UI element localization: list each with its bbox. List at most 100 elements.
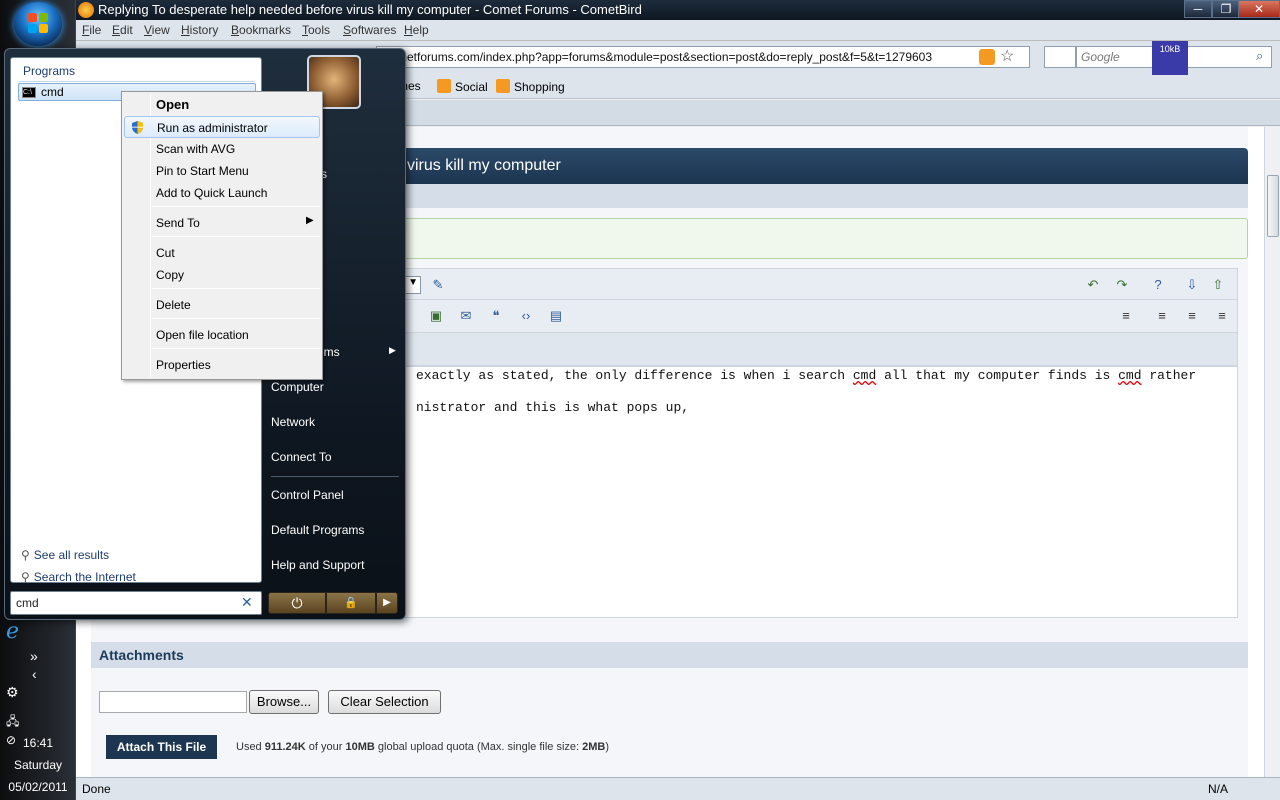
browse-button[interactable]: Browse... (249, 690, 319, 714)
start-search-input[interactable]: cmd (10, 591, 262, 615)
bookmark-star-icon[interactable]: ☆ (1000, 46, 1014, 66)
insert-quote-icon[interactable]: ❝ (488, 308, 504, 324)
start-item-computer[interactable]: Computer (271, 380, 324, 394)
start-item-help-support[interactable]: Help and Support (271, 558, 364, 572)
ctx-copy[interactable]: Copy (124, 264, 320, 286)
ctx-send-to[interactable]: Send To ▶ (124, 212, 320, 234)
export-icon[interactable]: ⇧ (1210, 277, 1226, 293)
see-all-results-link[interactable]: ⚲ See all results (21, 548, 109, 562)
search-internet-link[interactable]: ⚲ Search the Internet (21, 570, 136, 584)
maximize-button[interactable]: ❐ (1212, 0, 1240, 18)
editor-line-2: nistrator and this is what pops up, (416, 400, 690, 415)
redo-icon[interactable]: ↷ (1114, 277, 1130, 293)
url-input[interactable]: .cometforums.com/index.php?app=forums&mo… (376, 46, 1030, 68)
spellcheck-icon[interactable]: ✎ (430, 277, 446, 293)
cometbird-icon (78, 2, 94, 18)
insert-code-icon[interactable]: ‹› (518, 308, 534, 324)
ctx-pin-to-start-menu[interactable]: Pin to Start Menu (124, 160, 320, 182)
ctx-open[interactable]: Open (124, 94, 320, 116)
ctx-run-as-administrator[interactable]: Run as administrator (124, 116, 320, 138)
ctx-add-to-quick-launch[interactable]: Add to Quick Launch (124, 182, 320, 204)
menu-file[interactable]: File (82, 23, 101, 37)
rss-icon (437, 79, 451, 93)
start-item-default-programs[interactable]: Default Programs (271, 523, 364, 537)
start-item-network[interactable]: Network (271, 415, 315, 429)
power-button[interactable]: ⏻ (268, 592, 326, 614)
clock-time: 16:41 (22, 736, 54, 750)
lock-button[interactable]: 🔒 (326, 592, 376, 614)
insert-media-icon[interactable]: ▤ (548, 308, 564, 324)
rss-feed-icon[interactable] (979, 49, 995, 65)
close-button[interactable]: ✕ (1238, 0, 1280, 18)
clock-day: Saturday (13, 758, 63, 772)
collapse-arrow-icon[interactable]: ‹ (32, 666, 58, 688)
quota-max: 2MB (582, 741, 606, 753)
ctx-label: Run as administrator (157, 121, 268, 135)
quota-text: of your (305, 741, 346, 753)
undo-icon[interactable]: ↶ (1085, 277, 1101, 293)
tray-app-icon[interactable]: ⚙ (6, 684, 32, 706)
attach-file-button[interactable]: Attach This File (106, 735, 217, 759)
quota-total: 10MB (345, 741, 375, 753)
search-icon[interactable]: ⌕ (1256, 48, 1263, 64)
menu-edit[interactable]: Edit (112, 23, 133, 37)
file-path-input[interactable] (99, 691, 247, 713)
programs-label: Programs (23, 64, 76, 78)
menu-softwares[interactable]: Softwares (343, 23, 396, 37)
divider (152, 206, 320, 207)
search-internet-label: Search the Internet (33, 570, 136, 584)
insert-image-icon[interactable]: ▣ (428, 308, 444, 324)
clear-search-icon[interactable]: ✕ (241, 594, 253, 611)
align-right-icon[interactable]: ≡ (1214, 308, 1230, 324)
menu-bar: File Edit View History Bookmarks Tools S… (76, 20, 1280, 41)
menu-history[interactable]: History (181, 23, 218, 37)
quota-text: Used (236, 741, 265, 753)
uac-shield-icon (130, 120, 145, 135)
help-icon[interactable]: ? (1150, 277, 1166, 293)
ctx-properties[interactable]: Properties (124, 354, 320, 376)
align-center-icon[interactable]: ≡ (1184, 308, 1200, 324)
ctx-delete[interactable]: Delete (124, 294, 320, 316)
bookmark-shopping[interactable]: Shopping (496, 79, 565, 94)
search-icon: ⚲ (21, 548, 30, 562)
ctx-scan-with-avg[interactable]: Scan with AVG (124, 138, 320, 160)
program-result-label: cmd (41, 85, 64, 99)
insert-email-icon[interactable]: ✉ (458, 308, 474, 324)
divider (152, 318, 320, 319)
tray-clock[interactable]: 16:41 Saturday 05/02/2011 (0, 732, 76, 798)
tray-network-volume-icons[interactable]: 🖧 ⊘ (6, 712, 32, 747)
indent-icon[interactable]: ≡ (1118, 308, 1134, 324)
vertical-scrollbar[interactable] (1264, 127, 1280, 777)
start-button[interactable] (14, 2, 62, 46)
minimize-button[interactable]: ─ (1184, 0, 1212, 18)
chevron-right-icon: ▶ (383, 597, 391, 608)
import-icon[interactable]: ⇩ (1184, 277, 1200, 293)
submenu-arrow-icon: ▶ (306, 215, 314, 226)
shutdown-options-button[interactable]: ▶ (376, 592, 398, 614)
menu-tools[interactable]: Tools (302, 23, 330, 37)
menu-help[interactable]: Help (404, 23, 429, 37)
window-title: Replying To desperate help needed before… (98, 2, 642, 17)
bookmark-social[interactable]: Social (437, 79, 488, 94)
quota-text: ) (605, 741, 610, 753)
menu-view[interactable]: View (144, 23, 170, 37)
search-engine-selector[interactable] (1044, 46, 1076, 68)
search-icon: ⚲ (21, 570, 30, 584)
internet-explorer-icon[interactable]: ℯ (6, 618, 32, 643)
divider (152, 288, 320, 289)
status-text: Done (82, 782, 111, 796)
scrollbar-thumb[interactable] (1267, 175, 1279, 237)
ctx-open-file-location[interactable]: Open file location (124, 324, 320, 346)
rss-icon (496, 79, 510, 93)
align-left-icon[interactable]: ≡ (1154, 308, 1170, 324)
submenu-arrow-icon: ▶ (389, 345, 396, 355)
power-icon: ⏻ (291, 595, 303, 611)
clock-date: 05/02/2011 (8, 780, 68, 794)
start-item-control-panel[interactable]: Control Panel (271, 488, 344, 502)
clear-selection-button[interactable]: Clear Selection (328, 690, 441, 714)
ctx-cut[interactable]: Cut (124, 242, 320, 264)
start-item-connect-to[interactable]: Connect To (271, 450, 332, 464)
bookmark-label: Shopping (514, 80, 565, 94)
menu-bookmarks[interactable]: Bookmarks (231, 23, 291, 37)
context-menu: Open Run as administrator Scan with AVG … (121, 91, 323, 380)
